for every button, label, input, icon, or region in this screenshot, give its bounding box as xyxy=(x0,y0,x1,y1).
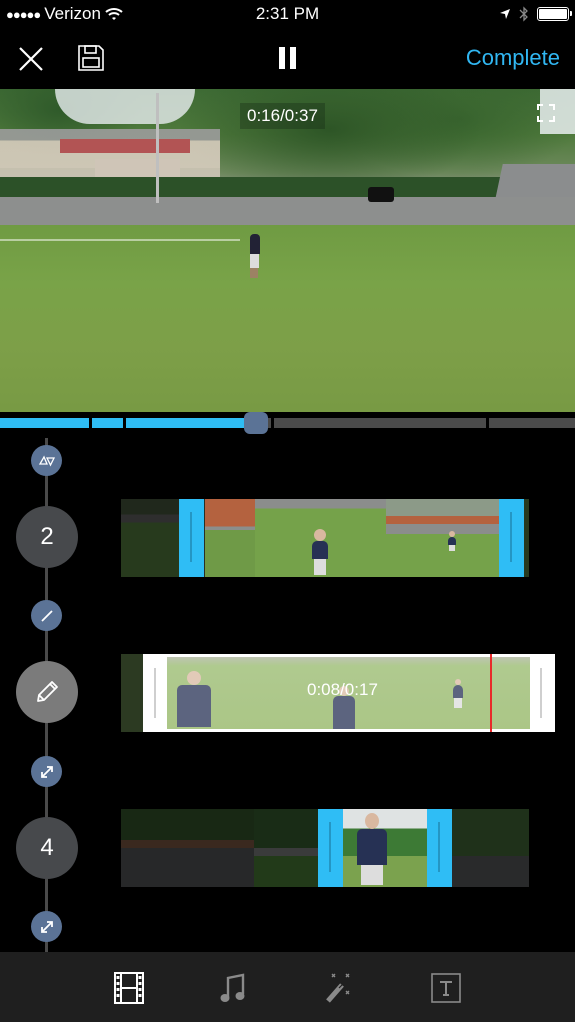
save-icon xyxy=(78,45,104,71)
trim-handle-end[interactable] xyxy=(499,499,524,577)
video-preview[interactable]: 0:16/0:37 xyxy=(0,89,575,412)
clip-editor-active[interactable]: 0:08/0:17 xyxy=(121,654,555,732)
location-arrow-icon xyxy=(500,9,510,19)
text-icon xyxy=(431,973,461,1003)
expand-arrows-icon xyxy=(40,765,53,778)
scrubber-segment-unplayed xyxy=(274,418,486,428)
pencil-icon xyxy=(37,681,58,702)
music-note-icon xyxy=(220,973,245,1002)
transition-node[interactable] xyxy=(31,445,62,476)
pause-button[interactable] xyxy=(276,44,300,74)
trim-handle-end[interactable] xyxy=(540,668,542,718)
editor-toolbar: Complete xyxy=(0,30,575,88)
fullscreen-button[interactable] xyxy=(537,104,555,122)
clip-filmstrip[interactable] xyxy=(121,499,529,577)
trim-handle-end[interactable] xyxy=(427,809,452,887)
expand-arrows-icon xyxy=(40,920,53,933)
clip-node[interactable]: 4 xyxy=(16,817,78,879)
preview-timecode: 0:16/0:37 xyxy=(240,103,325,129)
slash-transition-icon xyxy=(40,609,53,622)
clip-playhead[interactable] xyxy=(490,654,492,732)
scrubber-thumb[interactable] xyxy=(244,412,268,434)
clip-node-active[interactable] xyxy=(16,661,78,723)
tab-text[interactable] xyxy=(430,972,462,1004)
transition-triangles-icon xyxy=(38,455,55,466)
tab-video-clips[interactable] xyxy=(113,972,145,1004)
scrubber-segment-played xyxy=(126,418,248,428)
transition-node[interactable] xyxy=(31,600,62,631)
bottom-tab-bar xyxy=(0,952,575,1022)
scrubber-segment-unplayed xyxy=(489,418,575,428)
fullscreen-icon xyxy=(537,104,555,122)
clip-filmstrip[interactable] xyxy=(121,809,529,887)
close-button[interactable] xyxy=(16,44,46,74)
transition-node[interactable] xyxy=(31,756,62,787)
playback-scrubber[interactable] xyxy=(0,412,575,438)
trim-handle-start[interactable] xyxy=(154,668,156,718)
film-icon xyxy=(114,972,144,1004)
scrubber-segment-played xyxy=(92,418,123,428)
tab-effects[interactable] xyxy=(324,972,356,1004)
clip-timecode: 0:08/0:17 xyxy=(307,680,378,699)
clock: 2:31 PM xyxy=(255,4,320,23)
complete-button[interactable]: Complete xyxy=(466,45,560,71)
tab-music[interactable] xyxy=(217,972,249,1004)
close-icon xyxy=(19,47,43,71)
clip-node[interactable]: 2 xyxy=(16,506,78,568)
save-button[interactable] xyxy=(77,44,107,74)
clip-timeline: 2 4 0:08/0:17 xyxy=(0,438,575,952)
status-bar: ●●●●● Verizon 2:31 PM xyxy=(0,0,575,30)
scrubber-segment-played xyxy=(0,418,89,428)
magic-wand-icon xyxy=(326,973,350,1003)
trim-handle-start[interactable] xyxy=(179,499,204,577)
trim-handle-start[interactable] xyxy=(318,809,343,887)
transition-node[interactable] xyxy=(31,911,62,942)
battery-icon xyxy=(537,7,572,21)
pause-icon xyxy=(279,47,296,69)
bluetooth-icon xyxy=(519,6,528,22)
scrubber-segment-unplayed xyxy=(268,418,271,428)
person-figure xyxy=(250,234,260,279)
